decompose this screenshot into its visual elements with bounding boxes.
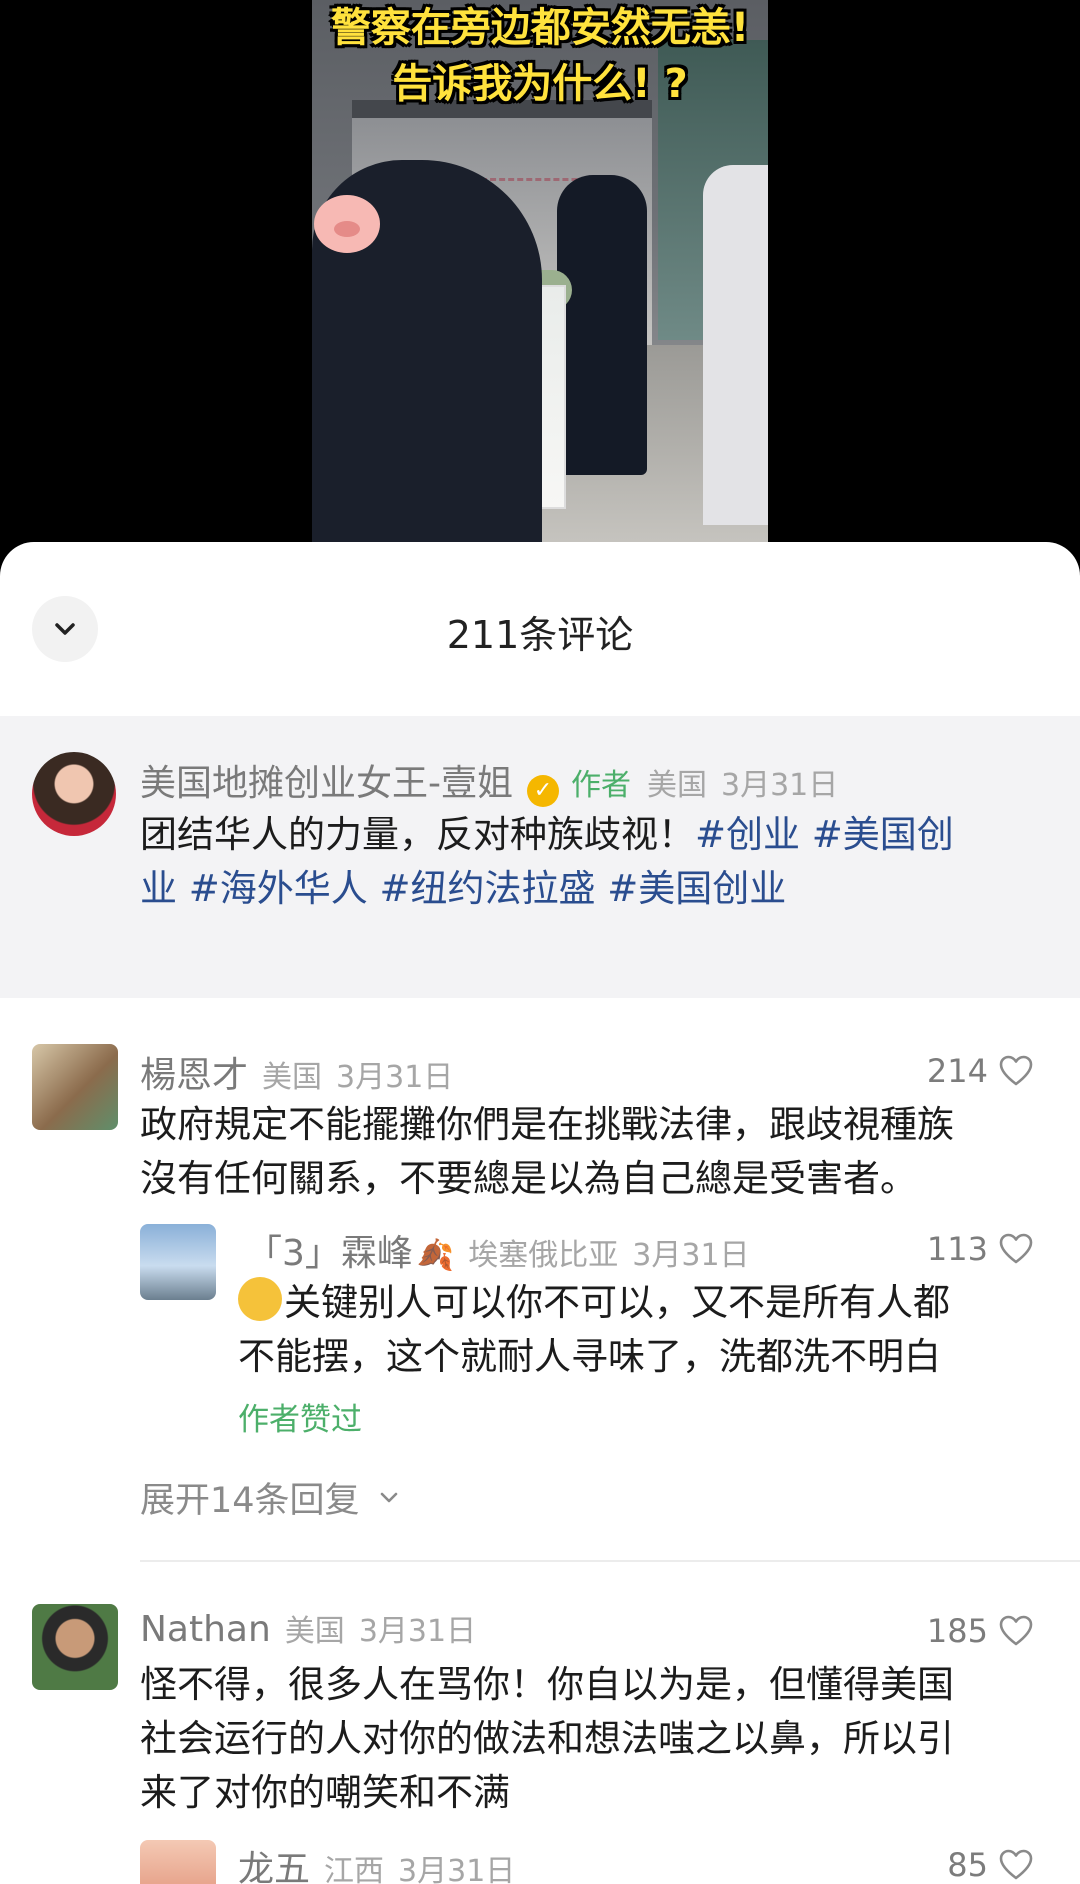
reply-text: 关键别人可以你不可以，又不是所有人都 不能摆，这个就耐人寻味了，洗都洗不明白	[238, 1276, 1058, 1384]
comment-text: 政府規定不能擺攤你們是在挑戰法律，跟歧視種族 沒有任何關系，不要總是以為自己總是…	[140, 1098, 1060, 1206]
verified-badge-icon: ✓	[527, 775, 559, 807]
avatar[interactable]	[32, 1044, 118, 1130]
comment-header: 楊恩才 美国 3月31日	[140, 1046, 453, 1098]
author-badge: 作者	[571, 768, 631, 803]
avatar[interactable]	[32, 1604, 118, 1690]
heart-icon	[999, 1233, 1033, 1264]
location: 美国	[284, 1614, 345, 1649]
location: 埃塞俄比亚	[468, 1238, 619, 1273]
like-button[interactable]: 214	[927, 1052, 1034, 1090]
location: 江西	[324, 1854, 385, 1884]
reply-line: 不能摆，这个就耐人寻味了，洗都洗不明白	[238, 1335, 941, 1378]
comment-line: 怪不得，很多人在骂你！你自以为是，但懂得美国	[140, 1663, 954, 1706]
comment-line: 来了对你的嘲笑和不满	[140, 1771, 510, 1814]
comment-text-main: 团结华人的力量，反对种族歧视！	[140, 813, 695, 856]
video-player[interactable]: 警察在旁边都安然无恙! 告诉我为什么! ?	[0, 0, 1080, 560]
username[interactable]: Nathan	[140, 1609, 271, 1650]
comment-text: 团结华人的力量，反对种族歧视！#创业 #美国创 业 #海外华人 #纽约法拉盛 #…	[140, 808, 1040, 916]
username[interactable]: 「3」霖峰	[246, 1224, 413, 1276]
comment-line: 沒有任何關系，不要總是以為自己總是受害者。	[140, 1157, 917, 1200]
like-button[interactable]: 85	[947, 1846, 1034, 1884]
comment-count-title: 211条评论	[446, 613, 634, 657]
reply-header: 龙五 江西 3月31日	[238, 1840, 515, 1884]
author-comment[interactable]: 美国地摊创业女王-壹姐 ✓ 作者 美国 3月31日 团结华人的力量，反对种族歧视…	[0, 716, 1080, 998]
comment-line: 政府規定不能擺攤你們是在挑戰法律，跟歧視種族	[140, 1103, 954, 1146]
avatar[interactable]	[140, 1840, 216, 1884]
pig-face-sticker-icon	[314, 195, 380, 253]
like-button[interactable]: 113	[927, 1230, 1034, 1268]
comment-header: Nathan 美国 3月31日	[140, 1606, 476, 1650]
date: 3月31日	[336, 1060, 454, 1095]
author-liked-label: 作者赞过	[238, 1402, 362, 1438]
reply-line: 关键别人可以你不可以，又不是所有人都	[284, 1281, 950, 1324]
username[interactable]: 龙五	[238, 1840, 310, 1884]
heart-icon	[999, 1055, 1033, 1086]
reply-header: 「3」霖峰 🍂 埃塞俄比亚 3月31日	[246, 1224, 750, 1276]
date: 3月31日	[358, 1614, 477, 1649]
like-count: 214	[926, 1052, 988, 1090]
expand-replies-button[interactable]: 展开14条回复	[140, 1472, 404, 1523]
like-count: 185	[926, 1612, 988, 1650]
location: 美国	[262, 1060, 323, 1095]
divider	[140, 1560, 1080, 1562]
comment-text: 怪不得，很多人在骂你！你自以为是，但懂得美国 社会运行的人对你的做法和想法嗤之以…	[140, 1658, 1060, 1820]
sheet-header: 211条评论	[0, 542, 1080, 714]
comment-header: 美国地摊创业女王-壹姐 ✓ 作者 美国 3月31日	[140, 754, 839, 807]
bystander	[703, 165, 768, 525]
video-caption: 警察在旁边都安然无恙! 告诉我为什么! ?	[312, 0, 768, 112]
username[interactable]: 楊恩才	[140, 1046, 248, 1098]
hashtag-links[interactable]: 业 #海外华人 #纽约法拉盛 #美国创业	[140, 862, 1040, 916]
username[interactable]: 美国地摊创业女王-壹姐	[140, 754, 513, 806]
avatar[interactable]	[32, 752, 116, 836]
like-button[interactable]: 185	[927, 1612, 1034, 1650]
hashtag-links[interactable]: #创业 #美国创	[695, 813, 954, 856]
like-count: 85	[947, 1846, 988, 1884]
police-officer	[557, 175, 647, 475]
date: 3月31日	[398, 1854, 516, 1884]
avatar[interactable]	[140, 1224, 216, 1300]
location: 美国	[647, 768, 707, 803]
caption-line-2: 告诉我为什么! ?	[392, 61, 688, 107]
caption-line-1: 警察在旁边都安然无恙!	[330, 5, 750, 51]
chevron-down-icon	[380, 1492, 397, 1502]
like-count: 113	[926, 1230, 988, 1268]
date: 3月31日	[632, 1238, 750, 1273]
video-frame[interactable]: 警察在旁边都安然无恙! 告诉我为什么! ?	[312, 0, 768, 545]
heart-icon	[999, 1849, 1033, 1880]
leaf-emoji: 🍂	[416, 1238, 455, 1273]
date: 3月31日	[721, 768, 839, 803]
heart-icon	[999, 1615, 1033, 1646]
comments-sheet: 211条评论 美国地摊创业女王-壹姐 ✓ 作者 美国 3月31日 团结华人的力量…	[0, 542, 1080, 1884]
crying-emoji-icon	[238, 1277, 282, 1321]
comment-line: 社会运行的人对你的做法和想法嗤之以鼻，所以引	[140, 1717, 954, 1760]
expand-replies-label: 展开14条回复	[140, 1481, 360, 1521]
